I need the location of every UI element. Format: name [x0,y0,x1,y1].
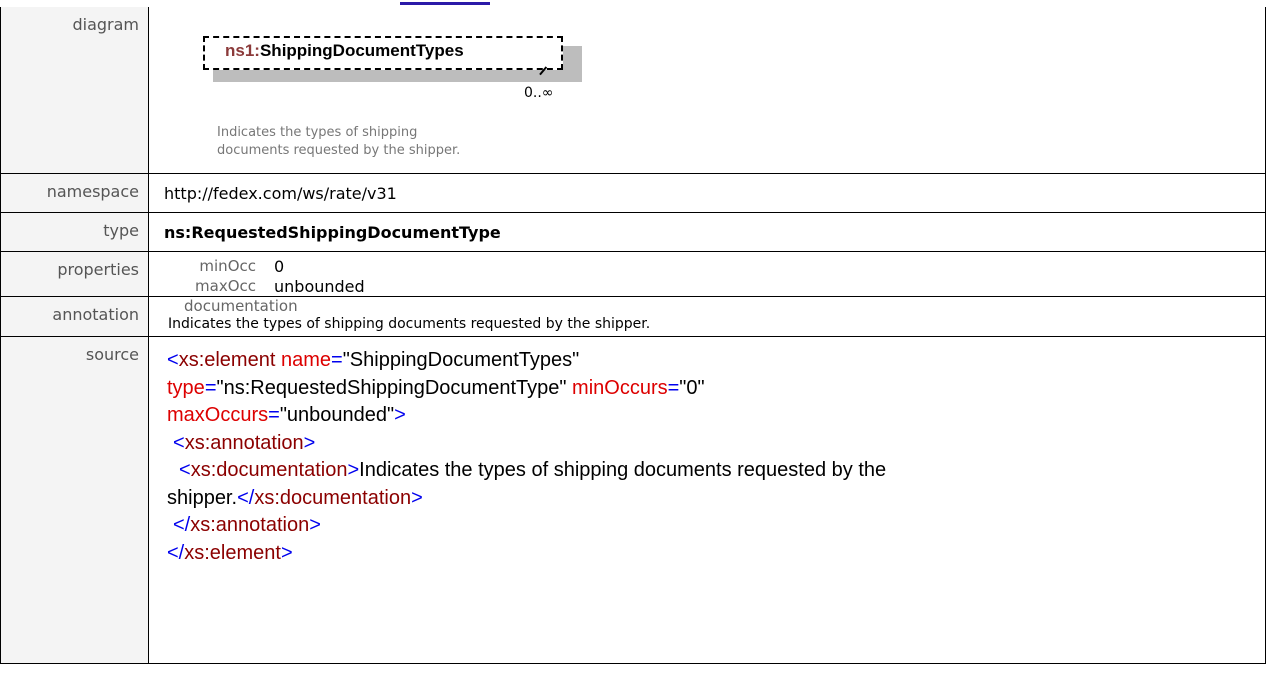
row-label: diagram [0,7,149,174]
source-line: </xs:element> [167,541,293,564]
diagram-doc-line: documents requested by the shipper. [217,143,461,158]
diagram-documentation: Indicates the types of shipping document… [217,124,497,160]
row-label: properties [0,251,149,297]
element-prefix: ns1: [225,41,260,60]
annotation-cell: documentation Indicates the types of shi… [148,296,1266,337]
source-line: <xs:element name="ShippingDocumentTypes" [167,349,580,371]
property-value: 0 [274,256,285,276]
element-name: ShippingDocumentTypes [259,41,464,60]
properties-cell: minOcc 0 maxOcc unbounded [148,251,1266,297]
row-label: annotation [0,296,149,337]
source-row: source <xs:element name="ShippingDocumen… [0,336,1266,664]
documentation-text: Indicates the types of shipping document… [168,316,651,332]
source-line: </xs:annotation> [173,514,321,536]
namespace-value: http://fedex.com/ws/rate/v31 [164,184,397,203]
documentation-heading: documentation [184,297,298,315]
row-label: source [0,336,149,664]
previous-section-edge [0,0,1266,7]
source-code: <xs:element name="ShippingDocumentTypes"… [149,337,1265,567]
type-value[interactable]: ns:RequestedShippingDocumentType [164,213,1265,242]
property-min: minOcc 0 [164,256,1265,276]
properties-list: minOcc 0 maxOcc unbounded [164,252,1265,296]
property-value: unbounded [274,276,365,296]
title-underline-fragment [400,0,490,5]
property-max: maxOcc unbounded [164,276,1265,296]
namespace-row: namespace http://fedex.com/ws/rate/v31 [0,173,1266,213]
property-key: minOcc [199,257,256,275]
element-diagram: ns1:ShippingDocumentTypes 0..∞ Indicates… [164,7,1265,173]
type-cell: ns:RequestedShippingDocumentType [148,212,1266,252]
row-label: type [0,212,149,252]
source-line: shipper.</xs:documentation> [167,486,423,509]
source-line: type="ns:RequestedShippingDocumentType" … [167,376,705,399]
diagram-row: diagram ns1:ShippingDocumentTypes 0..∞ I… [0,7,1266,174]
element-box[interactable]: ns1:ShippingDocumentTypes [203,36,563,70]
namespace-cell: http://fedex.com/ws/rate/v31 [148,173,1266,213]
properties-row: properties minOcc 0 maxOcc unbounded [0,251,1266,297]
type-row: type ns:RequestedShippingDocumentType [0,212,1266,252]
source-line: maxOccurs="unbounded"> [167,404,406,426]
occurrence-label: 0..∞ [524,85,554,101]
property-key: maxOcc [195,277,256,295]
source-line: <xs:annotation> [173,431,316,454]
source-cell: <xs:element name="ShippingDocumentTypes"… [148,336,1266,664]
diagram-doc-line: Indicates the types of shipping [217,125,418,140]
source-line: <xs:documentation>Indicates the types of… [179,459,887,481]
diagram-cell: ns1:ShippingDocumentTypes 0..∞ Indicates… [148,7,1266,174]
row-label: namespace [0,173,149,213]
element-doc-table: diagram ns1:ShippingDocumentTypes 0..∞ I… [0,7,1266,664]
annotation-row: annotation documentation Indicates the t… [0,296,1266,337]
